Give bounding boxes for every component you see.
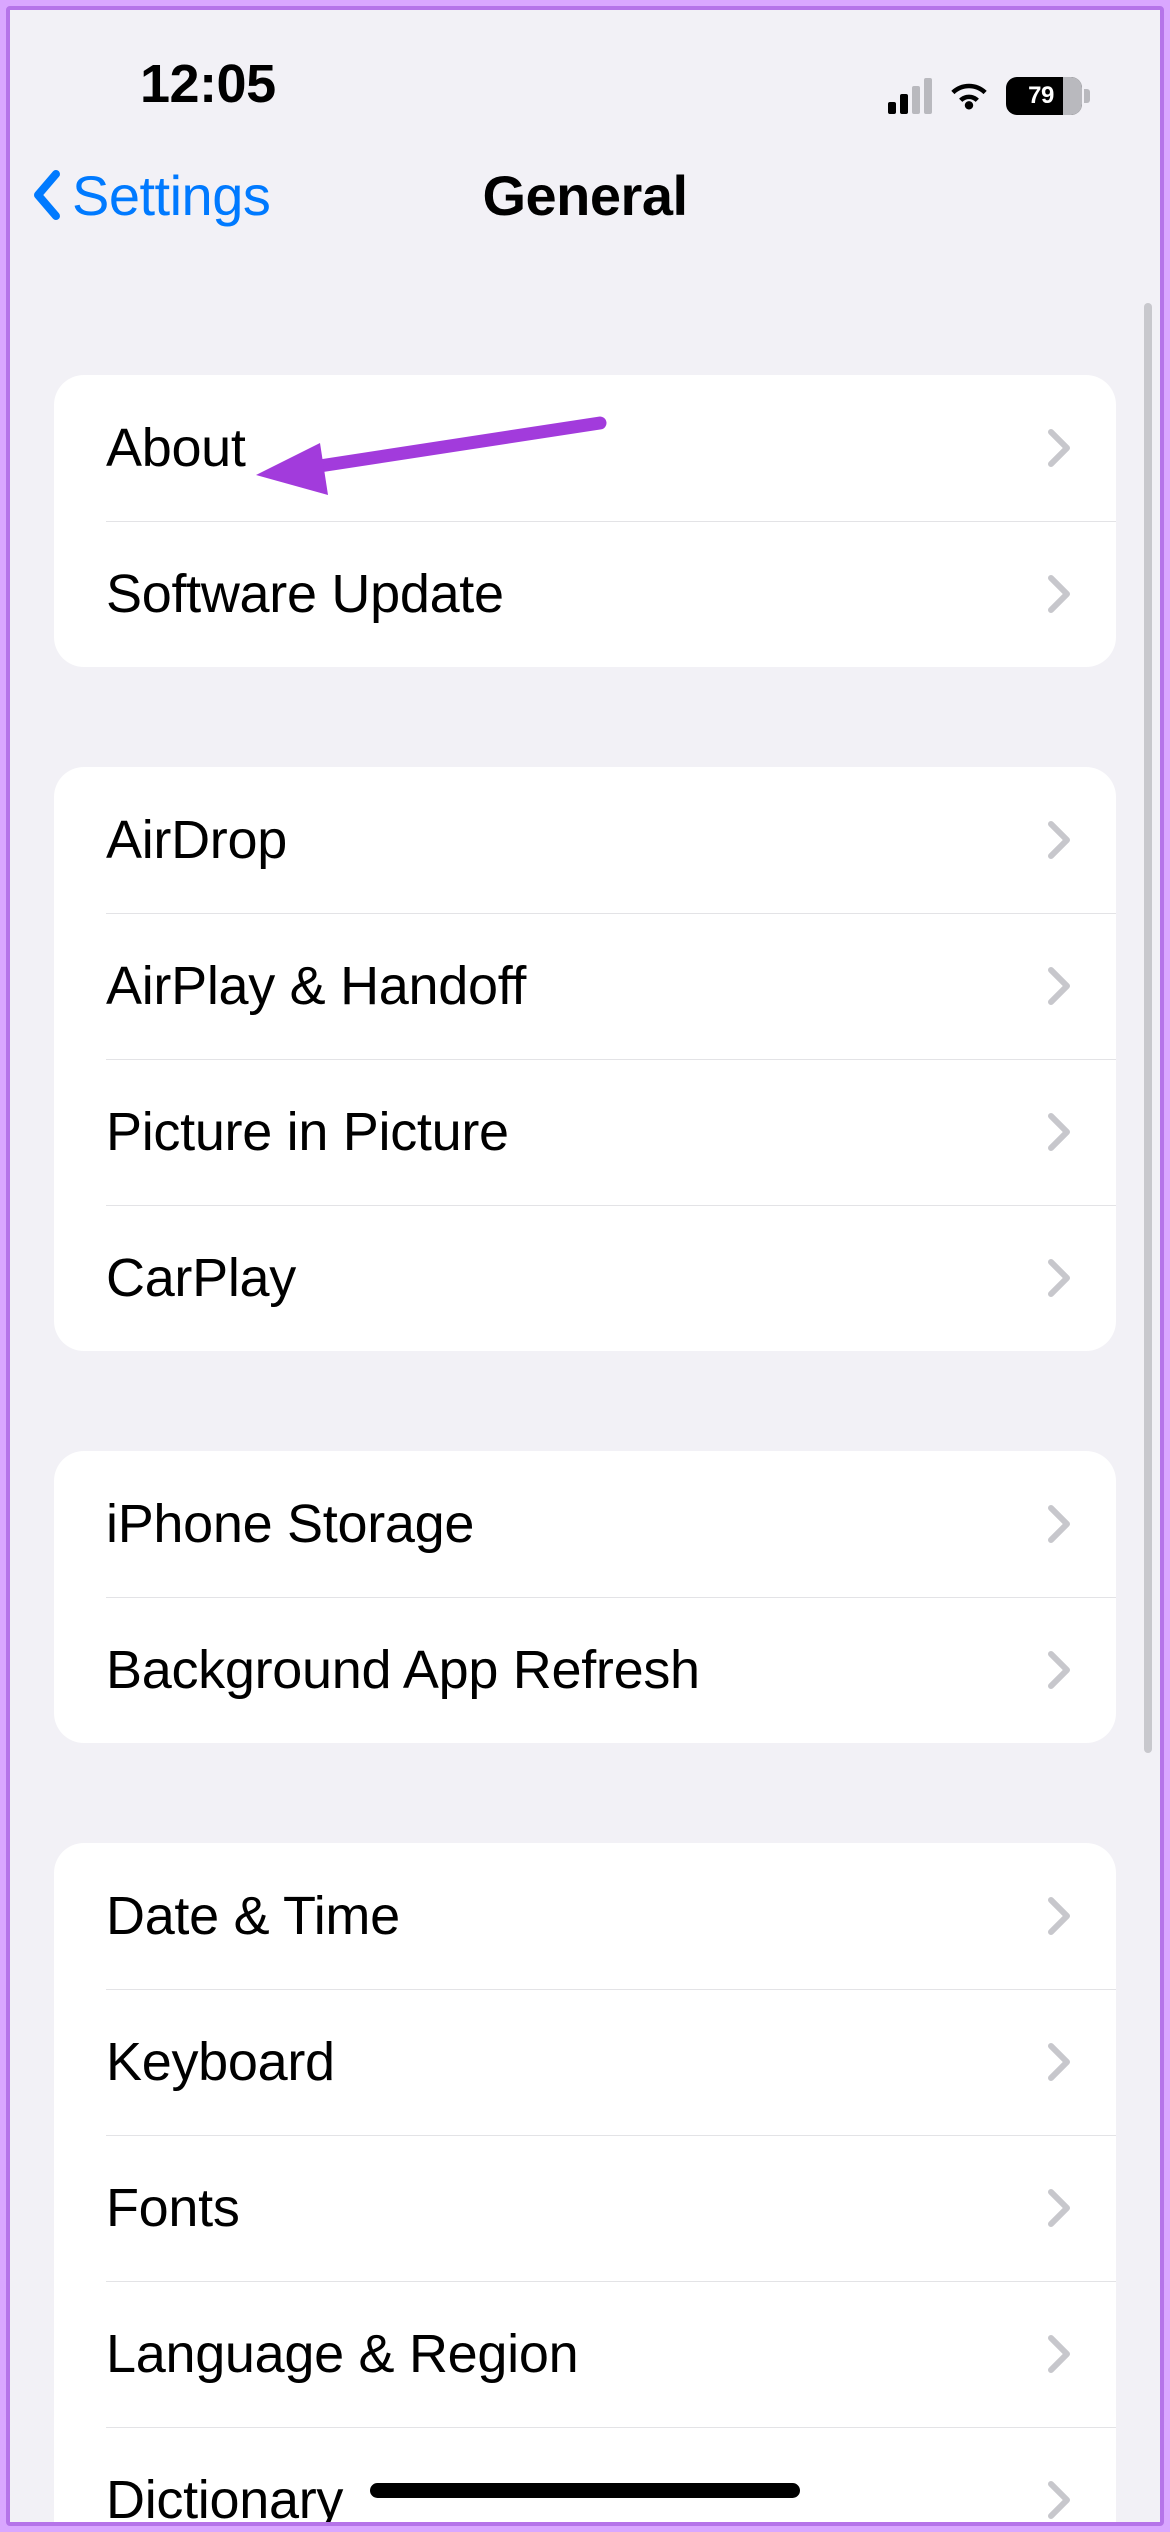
chevron-right-icon bbox=[1046, 1504, 1072, 1544]
row-dictionary[interactable]: Dictionary bbox=[54, 2427, 1116, 2522]
chevron-right-icon bbox=[1046, 1896, 1072, 1936]
scrollbar[interactable] bbox=[1144, 303, 1152, 1753]
row-label: Language & Region bbox=[106, 2323, 1046, 2385]
back-button[interactable]: Settings bbox=[28, 163, 270, 228]
nav-header: Settings General bbox=[10, 125, 1160, 265]
row-label: AirPlay & Handoff bbox=[106, 955, 1046, 1017]
chevron-right-icon bbox=[1046, 574, 1072, 614]
chevron-right-icon bbox=[1046, 2480, 1072, 2520]
row-keyboard[interactable]: Keyboard bbox=[54, 1989, 1116, 2135]
row-label: Fonts bbox=[106, 2177, 1046, 2239]
row-fonts[interactable]: Fonts bbox=[54, 2135, 1116, 2281]
row-label: Date & Time bbox=[106, 1885, 1046, 1947]
row-picture-in-picture[interactable]: Picture in Picture bbox=[54, 1059, 1116, 1205]
chevron-right-icon bbox=[1046, 1650, 1072, 1690]
row-airdrop[interactable]: AirDrop bbox=[54, 767, 1116, 913]
row-label: Background App Refresh bbox=[106, 1639, 1046, 1701]
row-about[interactable]: About bbox=[54, 375, 1116, 521]
chevron-right-icon bbox=[1046, 1258, 1072, 1298]
status-time: 12:05 bbox=[70, 53, 276, 115]
back-label: Settings bbox=[72, 163, 270, 228]
row-software-update[interactable]: Software Update bbox=[54, 521, 1116, 667]
row-airplay-handoff[interactable]: AirPlay & Handoff bbox=[54, 913, 1116, 1059]
row-label: CarPlay bbox=[106, 1247, 1046, 1309]
chevron-right-icon bbox=[1046, 428, 1072, 468]
screen: 12:05 79 Settings General Abo bbox=[6, 6, 1164, 2526]
settings-group: AirDrop AirPlay & Handoff Picture in Pic… bbox=[54, 767, 1116, 1351]
settings-group: iPhone Storage Background App Refresh bbox=[54, 1451, 1116, 1743]
chevron-left-icon bbox=[28, 168, 66, 222]
row-label: iPhone Storage bbox=[106, 1493, 1046, 1555]
chevron-right-icon bbox=[1046, 966, 1072, 1006]
status-bar: 12:05 79 bbox=[10, 10, 1160, 125]
row-label: Keyboard bbox=[106, 2031, 1046, 2093]
chevron-right-icon bbox=[1046, 1112, 1072, 1152]
settings-group: About Software Update bbox=[54, 375, 1116, 667]
chevron-right-icon bbox=[1046, 2188, 1072, 2228]
settings-list[interactable]: About Software Update AirDrop AirPlay & … bbox=[10, 265, 1160, 2522]
row-label: About bbox=[106, 417, 1046, 479]
row-carplay[interactable]: CarPlay bbox=[54, 1205, 1116, 1351]
wifi-icon bbox=[946, 78, 992, 114]
row-label: AirDrop bbox=[106, 809, 1046, 871]
row-label: Software Update bbox=[106, 563, 1046, 625]
row-iphone-storage[interactable]: iPhone Storage bbox=[54, 1451, 1116, 1597]
home-indicator[interactable] bbox=[370, 2483, 800, 2498]
chevron-right-icon bbox=[1046, 820, 1072, 860]
row-date-time[interactable]: Date & Time bbox=[54, 1843, 1116, 1989]
chevron-right-icon bbox=[1046, 2334, 1072, 2374]
row-background-app-refresh[interactable]: Background App Refresh bbox=[54, 1597, 1116, 1743]
battery-pct: 79 bbox=[1028, 82, 1060, 110]
battery-icon: 79 bbox=[1006, 77, 1090, 115]
status-icons: 79 bbox=[888, 77, 1100, 115]
cellular-icon bbox=[888, 78, 932, 114]
row-label: Picture in Picture bbox=[106, 1101, 1046, 1163]
row-language-region[interactable]: Language & Region bbox=[54, 2281, 1116, 2427]
settings-group: Date & Time Keyboard Fonts Language & Re… bbox=[54, 1843, 1116, 2522]
chevron-right-icon bbox=[1046, 2042, 1072, 2082]
